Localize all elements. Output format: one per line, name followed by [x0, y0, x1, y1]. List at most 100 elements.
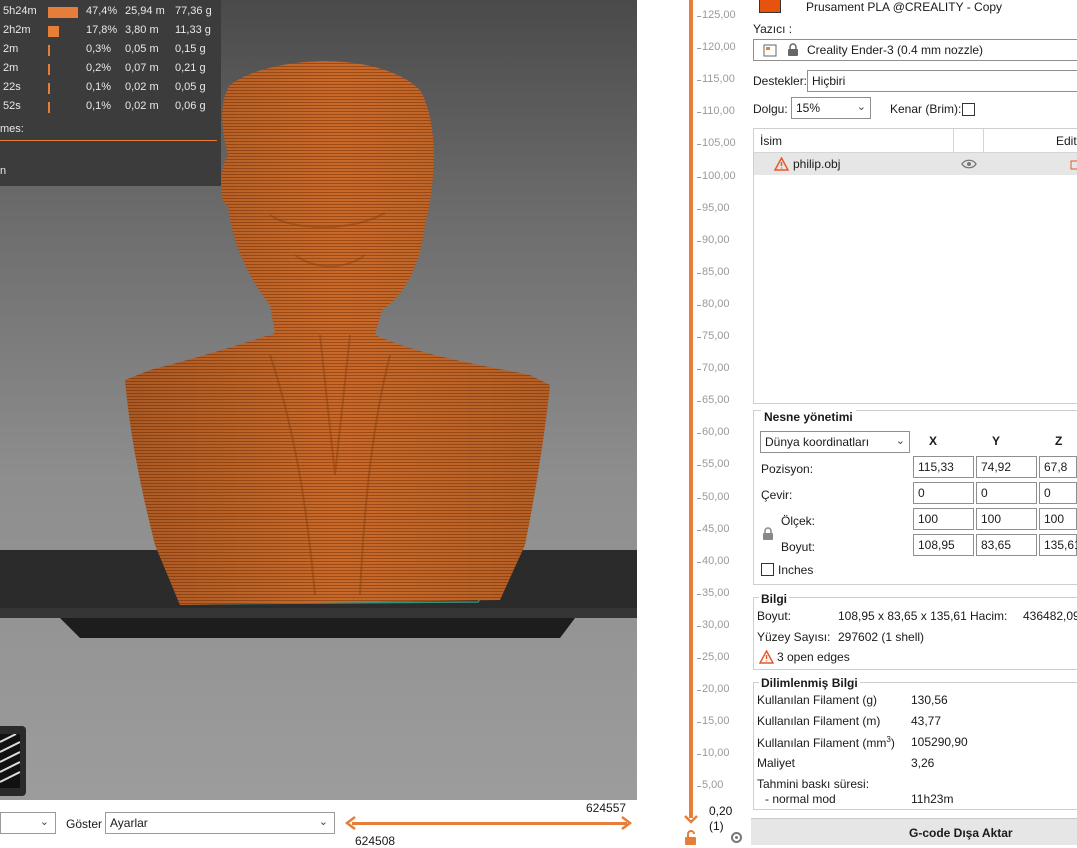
slider-tick-mark — [697, 433, 701, 435]
3d-viewport[interactable]: 5h24m 47,4% 25,94 m 77,36 g 2h2m 17,8% 3… — [0, 0, 637, 800]
position-z-value: 67,8 — [1044, 460, 1068, 474]
cog-icon[interactable] — [729, 830, 744, 845]
vertical-slider-bottom-value: 0,20 — [709, 804, 733, 818]
info-volume-label: Hacim: — [970, 609, 1008, 623]
slider-tick-mark — [697, 80, 701, 82]
slider-tick-mark — [697, 112, 701, 114]
position-y-input[interactable]: 74,92 — [976, 456, 1037, 478]
column-edit-header[interactable]: Edit — [1056, 134, 1077, 148]
slider-tick-label: 30,00 — [702, 618, 730, 631]
legend-time: 2m — [3, 43, 19, 55]
object-list[interactable]: İsim Edit philip.obj — [753, 128, 1077, 404]
eye-icon[interactable] — [961, 159, 977, 169]
slider-tick-label: 115,00 — [702, 73, 735, 86]
horizontal-slider-left-handle[interactable] — [345, 816, 357, 830]
infill-select[interactable]: 15% ⌄ — [791, 97, 871, 119]
axis-z-label: Z — [1055, 434, 1063, 448]
column-name-header[interactable]: İsim — [760, 134, 782, 148]
legend-time: 2m — [3, 62, 19, 74]
slider-tick-label: 5,00 — [702, 779, 724, 792]
normal-mode-value: 11h23m — [911, 792, 954, 806]
unlock-icon[interactable] — [683, 830, 699, 845]
slider-tick-mark — [697, 16, 701, 17]
legend-length: 0,05 m — [125, 43, 159, 55]
inches-checkbox[interactable] — [761, 563, 774, 576]
lock-icon — [788, 43, 798, 56]
rotate-y-input[interactable]: 0 — [976, 482, 1037, 504]
lock-icon[interactable] — [762, 527, 774, 541]
size-x-input[interactable]: 108,95 — [913, 534, 974, 556]
horizontal-slider[interactable] — [352, 822, 627, 825]
coordinate-system-select[interactable]: Dünya koordinatları ⌄ — [760, 431, 910, 453]
rotate-z-input[interactable]: 0 — [1039, 482, 1077, 504]
position-label: Pozisyon: — [761, 462, 814, 476]
export-gcode-button[interactable]: G-code Dışa Aktar — [751, 818, 1077, 845]
legend-row: 2m 0,2% 0,07 m 0,21 g — [0, 59, 221, 78]
scale-x-input[interactable]: 100 — [913, 508, 974, 530]
object-name: philip.obj — [793, 157, 841, 171]
vertical-slider-bottom-handle[interactable] — [684, 814, 698, 824]
slider-tick-mark — [697, 272, 701, 274]
legend-percent: 0,2% — [86, 62, 112, 74]
chevron-down-icon: ⌄ — [318, 816, 328, 828]
brim-checkbox[interactable] — [962, 103, 975, 116]
vertical-slider-bottom-count: (1) — [709, 819, 724, 833]
filament-m-label: Kullanılan Filament (m) — [757, 714, 881, 728]
filament-color-swatch[interactable] — [759, 0, 781, 13]
slider-tick-label: 65,00 — [702, 394, 730, 407]
position-x-input[interactable]: 115,33 — [913, 456, 974, 478]
view-toolbar[interactable] — [0, 726, 26, 796]
printer-select[interactable]: Creality Ender-3 (0.4 mm nozzle) — [753, 39, 1077, 61]
infill-select-value: 15% — [796, 101, 821, 115]
vertical-layer-slider[interactable] — [689, 0, 693, 818]
info-size-label: Boyut: — [757, 609, 792, 623]
slider-tick-label: 50,00 — [702, 490, 730, 503]
slider-tick-label: 110,00 — [702, 105, 735, 118]
position-x-value: 115,33 — [918, 460, 954, 474]
legend-length: 0,02 m — [125, 100, 159, 112]
legend-bar — [48, 64, 50, 75]
export-gcode-label: G-code Dışa Aktar — [909, 826, 1013, 840]
slider-tick-label: 80,00 — [702, 297, 730, 310]
print-time-label: Tahmini baskı süresi: — [757, 777, 870, 791]
view-type-select[interactable]: ⌄ — [0, 812, 56, 834]
infill-label: Dolgu: — [753, 102, 788, 116]
info-facets-value: 297602 (1 shell) — [838, 630, 925, 644]
slider-tick-mark — [697, 754, 701, 756]
position-z-input[interactable]: 67,8 — [1039, 456, 1077, 478]
scale-y-input[interactable]: 100 — [976, 508, 1037, 530]
scale-z-input[interactable]: 100 — [1039, 508, 1077, 530]
object-manipulation-title: Nesne yönetimi — [761, 410, 856, 424]
slider-tick-mark — [697, 304, 701, 306]
filament-g-value: 130,56 — [911, 693, 948, 707]
legend-length: 0,02 m — [125, 81, 159, 93]
size-z-value: 135,61 — [1044, 538, 1077, 552]
size-y-input[interactable]: 83,65 — [976, 534, 1037, 556]
legend-weight: 0,06 g — [175, 100, 206, 112]
cost-value: 3,26 — [911, 756, 935, 770]
legend-row: 52s 0,1% 0,02 m 0,06 g — [0, 97, 221, 116]
filament-mm3-label-text: Kullanılan Filament (mm — [757, 736, 887, 750]
layers-view-icon[interactable] — [0, 734, 20, 788]
scale-y-value: 100 — [981, 512, 1002, 526]
slider-tick-label: 70,00 — [702, 362, 730, 375]
supports-select[interactable]: Hiçbiri — [807, 70, 1077, 92]
show-select[interactable]: Ayarlar ⌄ — [105, 812, 335, 834]
printer-label: Yazıcı : — [753, 22, 793, 36]
chevron-down-icon: ⌄ — [39, 816, 49, 828]
edit-icon[interactable] — [1070, 158, 1077, 170]
size-y-value: 83,65 — [981, 538, 1012, 552]
rotate-x-value: 0 — [918, 486, 925, 500]
filament-preset-name[interactable]: Prusament PLA @CREALITY - Copy — [806, 0, 1002, 14]
info-volume-value: 436482,09 — [1023, 609, 1077, 623]
slider-tick-label: 15,00 — [702, 715, 730, 728]
list-item[interactable]: philip.obj — [754, 153, 1077, 175]
rotate-x-input[interactable]: 0 — [913, 482, 974, 504]
horizontal-slider-right-handle[interactable] — [620, 816, 632, 830]
size-z-input[interactable]: 135,61 — [1039, 534, 1077, 556]
supports-select-value: Hiçbiri — [812, 74, 846, 88]
normal-mode-label: - normal mod — [765, 792, 836, 806]
legend-weight: 77,36 g — [175, 5, 212, 17]
legend-weight: 11,33 g — [175, 24, 211, 36]
slider-tick-label: 85,00 — [702, 265, 730, 278]
